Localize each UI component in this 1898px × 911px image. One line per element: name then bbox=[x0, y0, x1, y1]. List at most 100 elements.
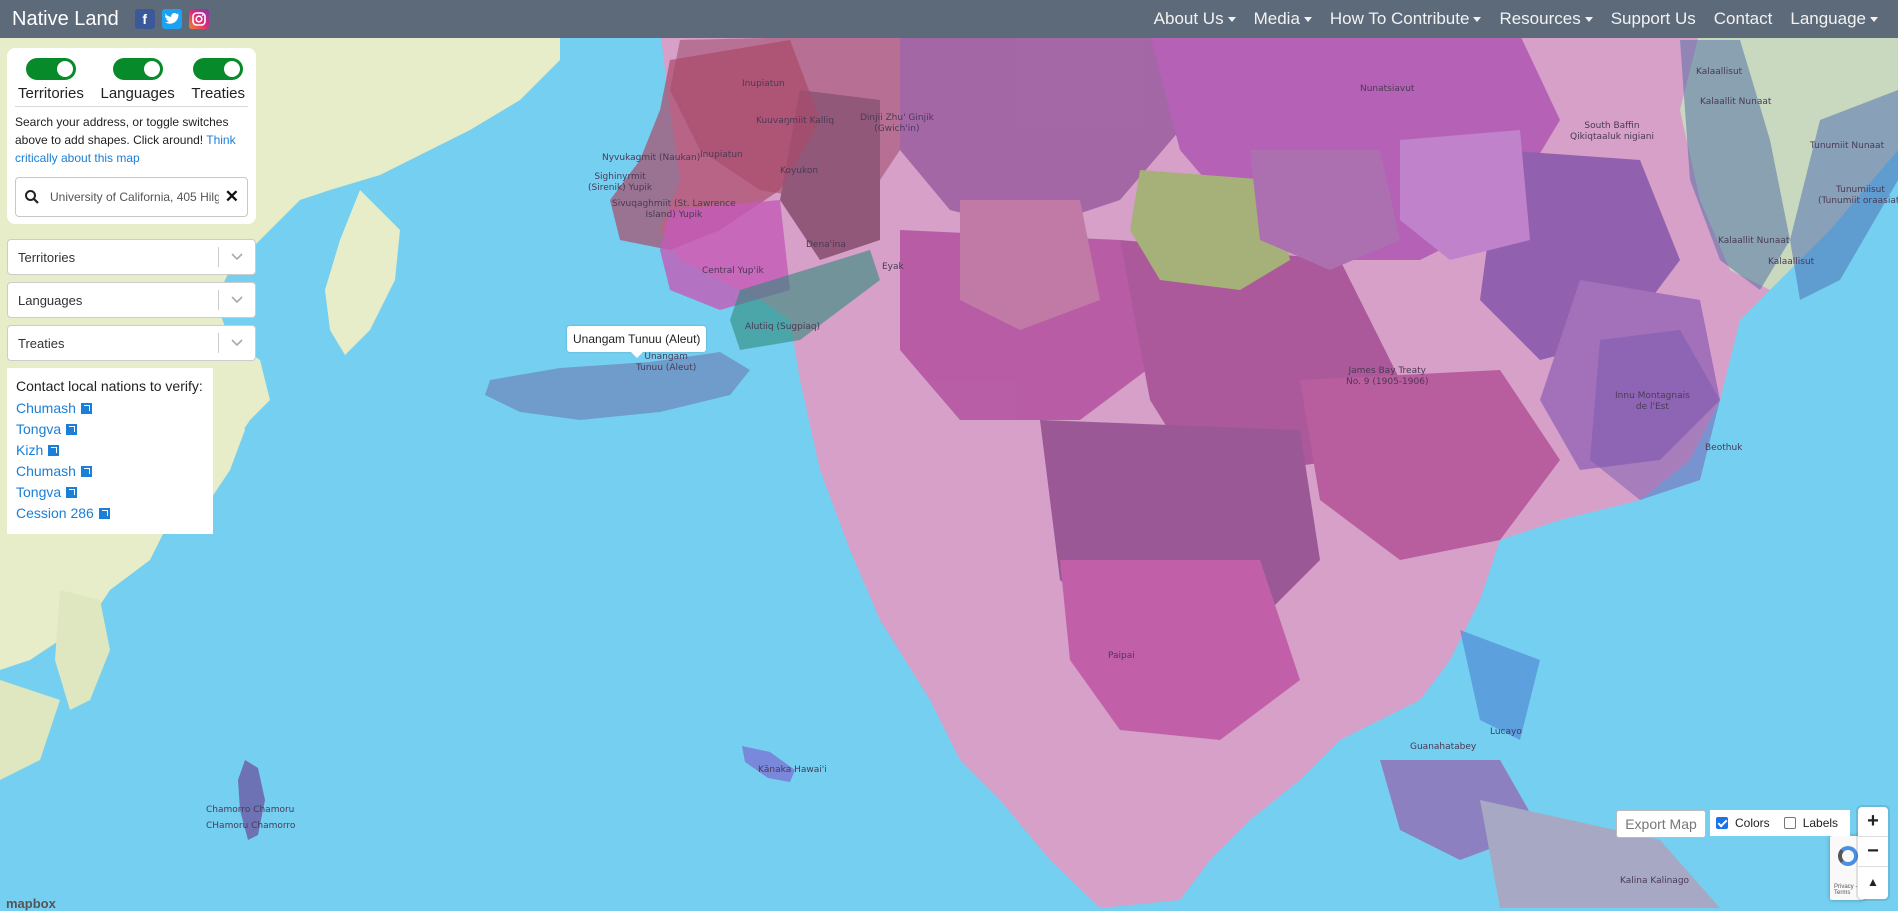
instagram-icon[interactable] bbox=[188, 9, 209, 29]
map-label: Tunumiit Nunaat bbox=[1810, 141, 1885, 151]
select-label: Treaties bbox=[18, 335, 65, 351]
chevron-down-icon bbox=[1870, 16, 1878, 22]
external-link-icon bbox=[66, 424, 78, 435]
layer-toggles: Territories Languages Treaties bbox=[15, 56, 248, 102]
map-label: CHamoru Chamorro bbox=[206, 821, 296, 831]
contact-nations-box: Contact local nations to verify: Chumash… bbox=[7, 368, 213, 534]
map-label: Dena'ina bbox=[806, 240, 846, 250]
navbar: Native Land f About Us Media How To Cont… bbox=[0, 0, 1898, 38]
map-label: South Baffin Qikiqtaaluk nigiani bbox=[1570, 121, 1654, 142]
twitter-icon[interactable] bbox=[161, 9, 182, 29]
nav-resources[interactable]: Resources bbox=[1499, 9, 1593, 29]
map-label: Nyvukagmit (Naukan) bbox=[602, 153, 701, 163]
select-label: Territories bbox=[18, 249, 76, 265]
map-label: Kalaallisut bbox=[1696, 67, 1743, 77]
search-input[interactable] bbox=[48, 189, 221, 205]
zoom-in-button[interactable]: + bbox=[1858, 807, 1888, 837]
nation-link[interactable]: Tongva bbox=[16, 419, 204, 440]
chevron-down-icon[interactable] bbox=[219, 296, 255, 304]
nation-link[interactable]: Tongva bbox=[16, 482, 204, 503]
map-label: Dinjii Zhu' Ginjik (Gwich'in) bbox=[860, 113, 934, 134]
chevron-down-icon bbox=[1473, 16, 1482, 22]
toggle-treaties[interactable]: Treaties bbox=[191, 56, 245, 102]
languages-select[interactable]: Languages bbox=[7, 282, 256, 318]
toggle-label: Territories bbox=[18, 85, 84, 102]
contact-title: Contact local nations to verify: bbox=[16, 378, 203, 394]
compass-button[interactable]: ▲ bbox=[1858, 867, 1888, 897]
zoom-controls: + − ▲ bbox=[1858, 807, 1888, 899]
nation-link[interactable]: Kizh bbox=[16, 440, 204, 461]
map-label: Lucayo bbox=[1490, 727, 1522, 737]
map-label: Nunatsiavut bbox=[1360, 84, 1415, 94]
zoom-out-button[interactable]: − bbox=[1858, 837, 1888, 867]
map-label: James Bay Treaty No. 9 (1905-1906) bbox=[1346, 366, 1429, 387]
territories-select[interactable]: Territories bbox=[7, 239, 256, 275]
nation-link[interactable]: Chumash bbox=[16, 398, 204, 419]
map-label: Kānaka Hawai'i bbox=[758, 765, 827, 775]
divider bbox=[15, 106, 248, 107]
mapbox-logo[interactable]: mapbox bbox=[6, 896, 56, 911]
external-link-icon bbox=[80, 466, 92, 477]
nav-language[interactable]: Language bbox=[1790, 9, 1878, 29]
map-label: Unangam Tunuu (Aleut) bbox=[636, 352, 697, 373]
export-map-button[interactable]: Export Map bbox=[1616, 810, 1706, 838]
map-label: Central Yup'ik bbox=[702, 266, 764, 276]
map-label: Sighinyrmit (Sirenik) Yupik bbox=[588, 172, 653, 193]
help-text: Search your address, or toggle switches … bbox=[15, 115, 236, 165]
languages-switch[interactable] bbox=[112, 58, 163, 80]
chevron-down-icon bbox=[1303, 16, 1312, 22]
map-label: Tunumiisut (Tunumiit oraasiat) bbox=[1818, 185, 1898, 206]
map-label: Beothuk bbox=[1705, 443, 1743, 453]
colors-label: Colors bbox=[1735, 816, 1770, 830]
address-search[interactable]: ✕ bbox=[15, 177, 248, 217]
nav-how-to-contribute[interactable]: How To Contribute bbox=[1330, 9, 1482, 29]
map-label: Sivuqaghmiit (St. Lawrence Island) Yupik bbox=[612, 199, 736, 220]
treaty-link[interactable]: Cession 286 bbox=[16, 503, 204, 524]
map-label: Inupiatun bbox=[700, 150, 743, 160]
toggle-languages[interactable]: Languages bbox=[100, 56, 175, 102]
nav-about-us[interactable]: About Us bbox=[1154, 9, 1236, 29]
toggle-territories[interactable]: Territories bbox=[18, 56, 84, 102]
map-label: Koyukon bbox=[780, 166, 819, 176]
nation-link[interactable]: Chumash bbox=[16, 461, 204, 482]
toggle-label: Languages bbox=[100, 85, 175, 102]
external-link-icon bbox=[66, 487, 78, 498]
map-label: Kalina Kalinago bbox=[1620, 876, 1690, 886]
map-label: Eyak bbox=[882, 262, 904, 272]
nav-menu: About Us Media How To Contribute Resourc… bbox=[1136, 9, 1878, 29]
map-label: Kalaallisut bbox=[1768, 257, 1815, 267]
chevron-down-icon bbox=[1227, 16, 1236, 22]
chevron-down-icon[interactable] bbox=[219, 339, 255, 347]
external-link-icon bbox=[98, 508, 110, 519]
map-canvas[interactable]: Inupiatun Kuuvaŋmiit Kalliq Dinjii Zhu' … bbox=[0, 0, 1898, 908]
labels-checkbox[interactable] bbox=[1783, 817, 1796, 829]
display-options: Colors Labels bbox=[1710, 810, 1850, 836]
select-label: Languages bbox=[18, 292, 83, 308]
map-label: Paipai bbox=[1108, 651, 1135, 661]
map-label: Innu Montagnais de l'Est bbox=[1615, 391, 1690, 412]
nav-support-us[interactable]: Support Us bbox=[1611, 9, 1696, 29]
chevron-down-icon bbox=[1584, 16, 1593, 22]
treaties-select[interactable]: Treaties bbox=[7, 325, 256, 361]
map-label: Kuuvaŋmiit Kalliq bbox=[756, 116, 835, 126]
brand-logo[interactable]: Native Land bbox=[12, 8, 119, 31]
map-label: Kalaallit Nunaat bbox=[1718, 236, 1790, 246]
toggle-label: Treaties bbox=[191, 85, 245, 102]
recaptcha-icon bbox=[1838, 846, 1858, 866]
map-label: Chamorro Chamoru bbox=[206, 805, 295, 815]
external-link-icon bbox=[48, 445, 60, 456]
map-label: Kalaallit Nunaat bbox=[1700, 97, 1772, 107]
control-panel: Territories Languages Treaties Search yo… bbox=[7, 48, 256, 224]
facebook-icon[interactable]: f bbox=[134, 9, 155, 29]
labels-label: Labels bbox=[1802, 816, 1839, 830]
nav-contact[interactable]: Contact bbox=[1714, 9, 1773, 29]
colors-checkbox[interactable] bbox=[1716, 817, 1728, 829]
chevron-down-icon[interactable] bbox=[219, 253, 255, 261]
clear-icon[interactable]: ✕ bbox=[225, 187, 239, 207]
nav-media[interactable]: Media bbox=[1254, 9, 1312, 29]
map-label: Inupiatun bbox=[742, 79, 785, 89]
map-label: Alutiiq (Sugpiaq) bbox=[745, 322, 821, 332]
treaties-switch[interactable] bbox=[193, 58, 244, 80]
map-tooltip: Unangam Tunuu (Aleut) bbox=[567, 326, 707, 358]
territories-switch[interactable] bbox=[25, 58, 76, 80]
